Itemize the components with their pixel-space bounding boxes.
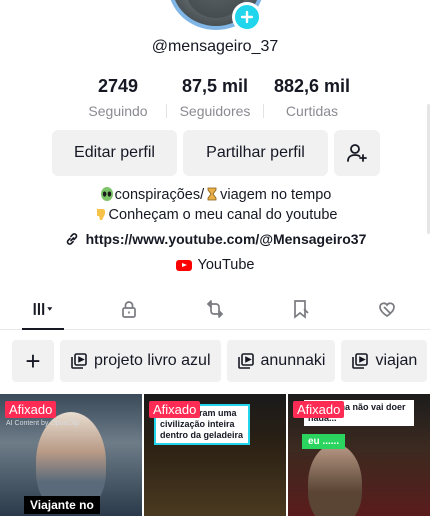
- stat-likes-value: 882,6 mil: [273, 76, 351, 96]
- pinned-badge: Afixado: [5, 401, 57, 418]
- add-avatar-button[interactable]: [232, 2, 262, 32]
- lock-icon: [122, 300, 136, 318]
- playlist-chip[interactable]: anunnaki: [226, 340, 336, 382]
- share-profile-button[interactable]: Partilhar perfil: [183, 130, 328, 176]
- playlist-label: anunnaki: [260, 352, 326, 369]
- stat-likes-label: Curtidas: [285, 103, 339, 119]
- grid-icon: [33, 302, 53, 315]
- stat-likes[interactable]: 882,6 mil Curtidas: [264, 76, 360, 119]
- plus-icon: +: [25, 345, 41, 376]
- stat-followers-value: 87,5 mil: [181, 76, 249, 96]
- stat-following-value: 2749: [97, 76, 139, 96]
- bio-link[interactable]: https://www.youtube.com/@Mensageiro37: [0, 231, 430, 247]
- tab-liked[interactable]: [344, 288, 430, 329]
- alien-icon: [100, 187, 113, 201]
- opusclip-logo: AI Content by OpusClip: [6, 420, 80, 427]
- hand-pointing-down-icon: [96, 209, 105, 220]
- playlist-icon: [71, 353, 87, 369]
- add-playlist-button[interactable]: +: [12, 340, 54, 382]
- youtube-link[interactable]: YouTube: [0, 257, 430, 273]
- profile-bio: conspirações/viagem no tempo Conheçam o …: [0, 185, 430, 225]
- video-tag: eu ......: [302, 434, 346, 449]
- username: @mensageiro_37: [151, 38, 279, 55]
- plus-icon: [240, 10, 254, 24]
- edit-profile-button[interactable]: Editar perfil: [52, 130, 177, 176]
- playlist-bar: + projeto livro azul anunnaki viajan: [12, 340, 428, 382]
- bio-text-1b: viagem no tempo: [220, 187, 332, 203]
- playlist-chip[interactable]: projeto livro azul: [60, 340, 221, 382]
- stat-following-label: Seguindo: [88, 103, 148, 119]
- playlist-icon: [237, 353, 254, 369]
- bio-text-1: conspirações/: [114, 187, 205, 203]
- tab-private[interactable]: [86, 288, 172, 329]
- video-caption: Viajante no: [24, 496, 100, 514]
- stat-following[interactable]: 2749 Seguindo: [70, 76, 166, 119]
- add-friends-button[interactable]: [334, 130, 380, 176]
- repost-icon: [207, 299, 223, 318]
- pinned-badge: Afixado: [293, 401, 345, 418]
- add-user-icon: [347, 144, 367, 162]
- liked-icon: [379, 301, 395, 317]
- bio-line-2: Conheçam o meu canal do youtube: [0, 205, 430, 225]
- profile-tabs: [0, 288, 430, 330]
- video-grid: Afixado AI Content by OpusClip Viajante …: [0, 394, 430, 516]
- video-thumbnail[interactable]: Afixado AI Content by OpusClip Viajante …: [0, 394, 142, 516]
- profile-actions: Editar perfil Partilhar perfil: [52, 130, 380, 176]
- playlist-label: viajan: [375, 352, 418, 369]
- profile-stats: 2749 Seguindo 87,5 mil Seguidores 882,6 …: [0, 76, 430, 119]
- video-thumbnail[interactable]: Afixado Encontraram uma civilização inte…: [144, 394, 286, 516]
- playlist-label: projeto livro azul: [94, 352, 211, 369]
- bookmark-icon: [294, 299, 309, 319]
- bio-text-2: Conheçam o meu canal do youtube: [108, 207, 338, 223]
- youtube-label: YouTube: [197, 257, 255, 273]
- playlist-icon: [352, 353, 369, 369]
- video-thumbnail[interactable]: Afixado picadinha não vai doer nada... e…: [288, 394, 430, 516]
- playlist-chip[interactable]: viajan: [341, 340, 428, 382]
- tab-reposts[interactable]: [172, 288, 258, 329]
- hourglass-icon: [207, 187, 217, 201]
- link-icon: [66, 233, 77, 245]
- stat-followers-label: Seguidores: [179, 103, 251, 119]
- youtube-icon: [175, 259, 192, 271]
- pinned-badge: Afixado: [149, 401, 201, 418]
- thumbnail-person: [308, 444, 362, 516]
- tab-saved[interactable]: [258, 288, 344, 329]
- tab-videos[interactable]: [0, 288, 86, 330]
- stat-followers[interactable]: 87,5 mil Seguidores: [167, 76, 263, 119]
- bio-line-1: conspirações/viagem no tempo: [0, 185, 430, 205]
- bio-link-text: https://www.youtube.com/@Mensageiro37: [85, 231, 367, 247]
